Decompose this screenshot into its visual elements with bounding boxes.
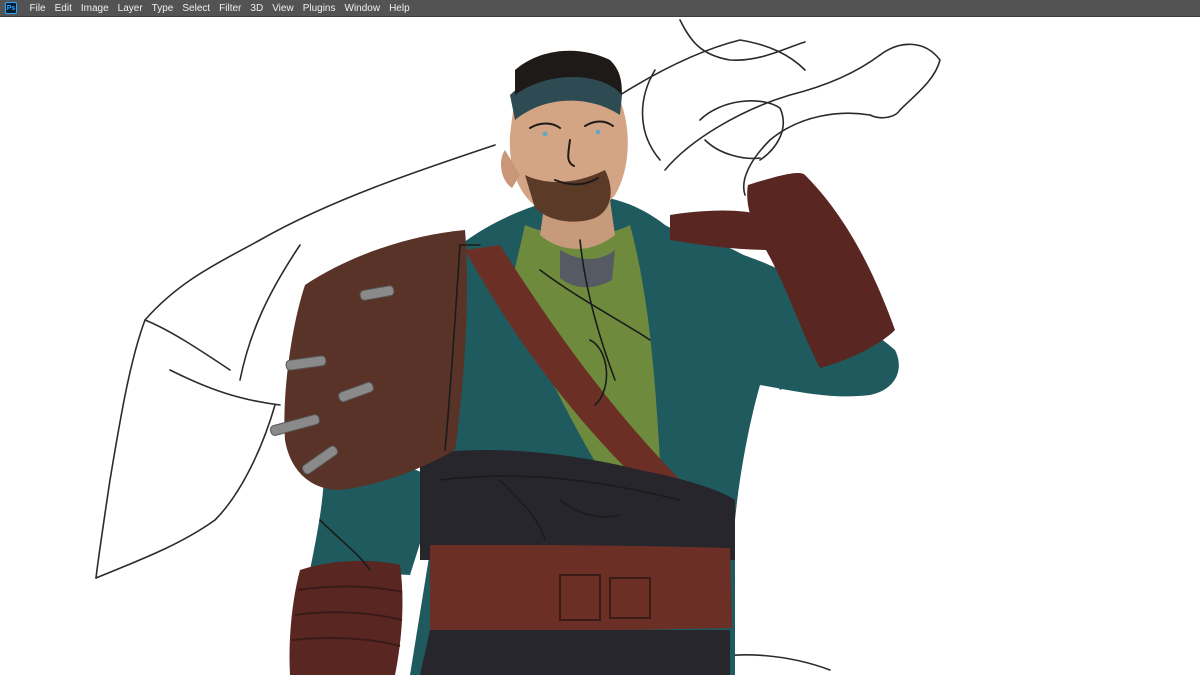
photoshop-logo-icon[interactable]: Ps xyxy=(5,2,17,14)
menu-plugins[interactable]: Plugins xyxy=(298,0,340,17)
artwork xyxy=(95,19,941,675)
bracer-lower-arm xyxy=(289,560,403,675)
menu-type[interactable]: Type xyxy=(147,0,178,17)
menu-help[interactable]: Help xyxy=(385,0,415,17)
menu-select[interactable]: Select xyxy=(178,0,215,17)
menu-filter[interactable]: Filter xyxy=(215,0,246,17)
menu-bar: Ps File Edit Image Layer Type Select Fil… xyxy=(0,0,1200,17)
menu-window[interactable]: Window xyxy=(340,0,385,17)
menu-file[interactable]: File xyxy=(25,0,50,17)
menu-3d[interactable]: 3D xyxy=(246,0,268,17)
belt xyxy=(430,545,732,632)
menu-image[interactable]: Image xyxy=(76,0,113,17)
pants-dark xyxy=(420,630,730,675)
document-canvas[interactable] xyxy=(0,17,1200,675)
menu-edit[interactable]: Edit xyxy=(50,0,76,17)
menu-view[interactable]: View xyxy=(268,0,299,17)
menu-layer[interactable]: Layer xyxy=(113,0,147,17)
